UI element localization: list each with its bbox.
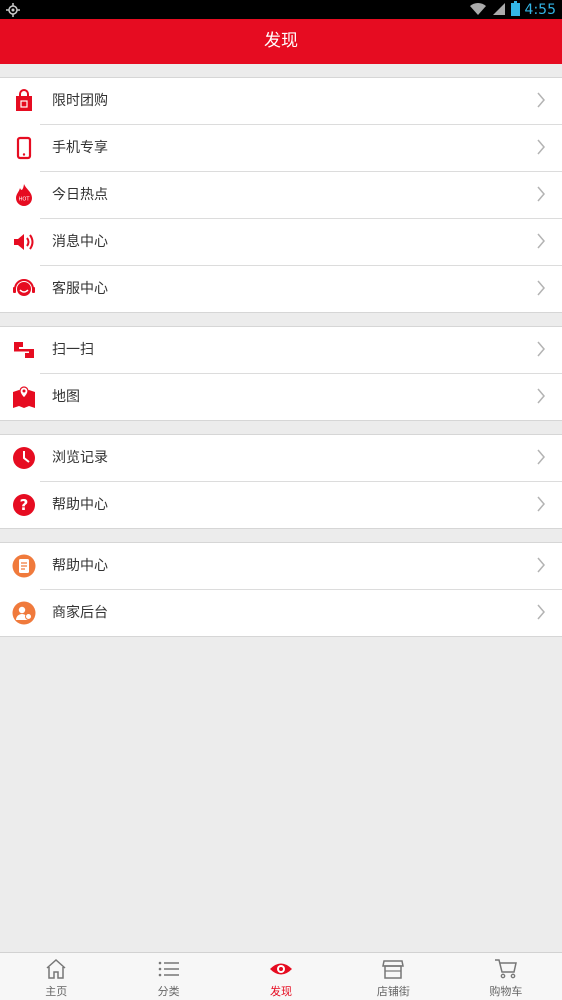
menu-item-help-center[interactable]: ? 帮助中心 <box>13 482 562 528</box>
tab-label: 分类 <box>157 985 180 998</box>
menu-item-label: 商家后台 <box>52 605 108 621</box>
chevron-right-icon <box>536 280 546 300</box>
menu-item-label: 客服中心 <box>52 281 108 297</box>
chevron-right-icon <box>536 341 546 361</box>
tab-category[interactable]: 分类 <box>112 953 224 1000</box>
chevron-right-icon <box>536 388 546 408</box>
hot-flame-icon: HOT <box>12 183 36 207</box>
header-bar: 发现 <box>0 19 562 64</box>
shopping-bag-icon <box>12 89 36 113</box>
chevron-right-icon <box>536 92 546 112</box>
menu-item-label: 地图 <box>52 389 80 405</box>
speaker-icon <box>12 230 36 254</box>
menu-item-label: 扫一扫 <box>52 342 94 358</box>
menu-item-map[interactable]: 地图 <box>13 374 562 420</box>
menu-item-group-buy[interactable]: 限时团购 <box>16 78 562 125</box>
chevron-right-icon <box>536 233 546 253</box>
menu-item-label: 帮助中心 <box>52 558 108 574</box>
home-icon <box>44 958 68 980</box>
menu-item-customer-service[interactable]: 客服中心 <box>13 266 562 312</box>
clock-icon <box>12 446 36 470</box>
map-icon <box>12 385 36 409</box>
tab-home[interactable]: 主页 <box>0 953 112 1000</box>
chevron-right-icon <box>536 186 546 206</box>
signal-icon <box>492 1 506 20</box>
menu-item-label: 帮助中心 <box>52 497 108 513</box>
question-icon: ? <box>12 493 36 517</box>
page-title: 发现 <box>264 31 298 51</box>
bottom-tab-bar: 主页 分类 发现 店铺街 购物车 <box>0 952 562 1000</box>
document-icon <box>12 554 36 578</box>
tab-discover[interactable]: 发现 <box>225 953 337 1000</box>
menu-item-label: 手机专享 <box>52 140 108 156</box>
menu-item-label: 消息中心 <box>52 234 108 250</box>
menu-group-3: 浏览记录 ? 帮助中心 <box>0 434 562 529</box>
menu-group-2: 扫一扫 地图 <box>0 326 562 421</box>
phone-icon <box>12 136 36 160</box>
tab-label: 店铺街 <box>376 985 410 998</box>
clock-time: 4:55 <box>524 2 556 18</box>
svg-text:HOT: HOT <box>19 197 31 203</box>
menu-item-browse-history[interactable]: 浏览记录 <box>13 435 562 482</box>
menu-item-today-hot[interactable]: HOT 今日热点 <box>16 172 562 219</box>
menu-group-4: 帮助中心 商家后台 <box>0 542 562 637</box>
tab-label: 购物车 <box>489 985 523 998</box>
status-bar: 4:55 <box>0 0 562 19</box>
tab-cart[interactable]: 购物车 <box>450 953 562 1000</box>
headset-icon <box>12 277 36 301</box>
menu-item-merchant-backend[interactable]: 商家后台 <box>12 590 562 636</box>
chevron-right-icon <box>536 557 546 577</box>
menu-item-scan[interactable]: 扫一扫 <box>14 327 562 374</box>
scan-icon <box>12 338 36 362</box>
menu-item-label: 浏览记录 <box>52 450 108 466</box>
eye-icon <box>269 958 293 980</box>
menu-group-1: 限时团购 手机专享 HOT 今日热点 消息中心 客服中心 <box>0 77 562 313</box>
tab-label: 主页 <box>45 985 68 998</box>
wifi-icon <box>469 1 487 20</box>
menu-item-message-center[interactable]: 消息中心 <box>14 219 562 266</box>
menu-item-label: 限时团购 <box>52 93 108 109</box>
merchant-icon <box>12 601 36 625</box>
svg-text:?: ? <box>20 496 29 514</box>
menu-item-mobile-exclusive[interactable]: 手机专享 <box>16 125 562 172</box>
tab-label: 发现 <box>270 985 293 998</box>
cart-icon <box>494 958 518 980</box>
menu-item-help-center-2[interactable]: 帮助中心 <box>12 543 562 590</box>
discover-menu: 限时团购 手机专享 HOT 今日热点 消息中心 客服中心 扫一扫 地图 浏览记录… <box>0 64 562 637</box>
chevron-right-icon <box>536 449 546 469</box>
tab-store-street[interactable]: 店铺街 <box>337 953 449 1000</box>
chevron-right-icon <box>536 604 546 624</box>
chevron-right-icon <box>536 139 546 159</box>
list-icon <box>157 958 181 980</box>
store-icon <box>381 958 405 980</box>
battery-icon <box>510 1 520 20</box>
chevron-right-icon <box>536 496 546 516</box>
menu-item-label: 今日热点 <box>52 187 108 203</box>
